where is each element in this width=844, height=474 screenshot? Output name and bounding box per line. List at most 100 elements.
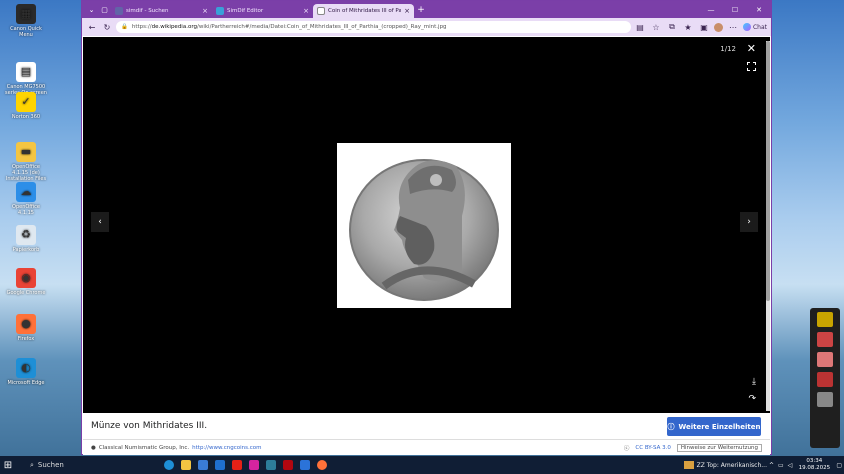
taskbar: ⊞ ⌕ Suchen ZZ Top: Amerikanisch... ^ ▭ ◁ … [0, 456, 844, 474]
desktop-icon-label: Google Chrome [6, 290, 46, 296]
favorites-icon[interactable]: ★ [682, 21, 694, 33]
workspaces-icon[interactable]: ▢ [98, 3, 111, 16]
taskbar-search[interactable]: ⌕ Suchen [16, 456, 136, 474]
desktop-icon-label: Microsoft Edge [7, 380, 45, 386]
network-icon[interactable]: ▭ [778, 462, 784, 469]
back-icon[interactable]: ← [86, 21, 98, 33]
copilot-icon [742, 23, 751, 31]
author-icon: ● [91, 444, 96, 451]
edge-taskbar-icon[interactable] [160, 456, 177, 474]
widget-book-icon[interactable] [817, 312, 833, 327]
desktop-app-icon: ♻ [16, 225, 36, 245]
volume-icon[interactable]: ◁ [788, 462, 793, 469]
desktop-icon-label: OpenOffice 4.1.15 [12, 204, 40, 216]
tab-simdif-search[interactable]: simdif - Suchen × [111, 4, 212, 18]
desktop-icon[interactable]: ▬ OpenOffice 4.1.15 (de) Installation Fil… [4, 142, 48, 182]
desktop-app-icon: ▤ [16, 62, 36, 82]
close-tab-icon[interactable]: × [404, 7, 410, 15]
avatar[interactable] [713, 22, 723, 32]
extensions-icon[interactable]: ⧉ [666, 21, 678, 33]
close-viewer-icon[interactable]: ✕ [747, 42, 756, 55]
desktop-icon[interactable]: ♻ Papierkorb [4, 225, 48, 253]
wikipedia-tab-icon [317, 7, 325, 15]
image-caption-bar: Münze von Mithridates III. ⓘ Weitere Einz… [83, 413, 770, 439]
reuse-button[interactable]: Hinweise zur Weiternutzung [676, 443, 762, 452]
tab-simdif-editor[interactable]: SimDif Editor × [212, 4, 313, 18]
scrollbar[interactable] [766, 41, 770, 411]
reader-icon[interactable]: ▤ [634, 21, 646, 33]
close-window-icon[interactable]: ✕ [747, 6, 771, 14]
store-taskbar-icon[interactable] [194, 456, 211, 474]
close-tab-icon[interactable]: × [202, 7, 208, 15]
widget-game-icon[interactable] [817, 352, 833, 367]
search-icon: ⌕ [30, 460, 34, 469]
desktop-icon[interactable]: ☁ OpenOffice 4.1.15 [4, 182, 48, 216]
firefox-taskbar-icon[interactable] [313, 456, 330, 474]
windows-start-icon[interactable]: ⊞ [0, 456, 16, 474]
author-link[interactable]: http://www.cngcoins.com [192, 445, 261, 451]
news-widget[interactable]: ZZ Top: Amerikanisch... [683, 461, 767, 469]
desktop-app-icon: ● [16, 314, 36, 334]
more-icon[interactable]: ⋯ [727, 21, 739, 33]
share-icon[interactable]: ↷ [748, 394, 756, 404]
tab-coin-image[interactable]: Coin of Mithridates III of Parthia (crop… [313, 4, 414, 18]
desktop-icon-label: Papierkorb [12, 247, 40, 253]
next-image-button[interactable]: › [740, 212, 758, 232]
fullscreen-icon[interactable] [747, 62, 756, 71]
coin-image [337, 143, 511, 308]
clock[interactable]: 03:34 19.08.2025 [794, 458, 834, 472]
image-counter: 1/12 [720, 45, 736, 53]
chevron-up-icon[interactable]: ^ [769, 462, 774, 469]
window-controls: — ☐ ✕ [699, 6, 771, 14]
widget-app-icon[interactable] [817, 372, 833, 387]
desktop-icon-label: Firefox [17, 336, 35, 342]
desktop-app-icon: ☁ [16, 182, 36, 202]
download-icon[interactable]: ⤓ [752, 377, 756, 387]
explorer-taskbar-icon[interactable] [177, 456, 194, 474]
info-icon: ⓘ [667, 422, 675, 431]
desktop-icon[interactable]: ◐ Microsoft Edge [4, 358, 48, 386]
reload-icon[interactable]: ↻ [101, 21, 113, 33]
desktop-app-icon: ◐ [16, 358, 36, 378]
desktop-icon[interactable]: ▦ Canon Quick Menu [4, 4, 48, 38]
desktop-icon-label: OpenOffice 4.1.15 (de) Installation File… [5, 164, 47, 182]
desktop-icon[interactable]: ● Firefox [4, 314, 48, 342]
previous-image-button[interactable]: ‹ [91, 212, 109, 232]
desktop-app-icon: ▦ [16, 4, 36, 24]
desktop-widget-panel [810, 308, 840, 448]
navigation-bar: ← ↻ 🔒 https://de.wikipedia.org/wiki/Part… [82, 18, 771, 36]
copilot-chat-button[interactable]: Chat [742, 23, 767, 31]
new-tab-button[interactable]: + [414, 5, 428, 15]
desktop-icon-label: Canon Quick Menu [10, 26, 42, 38]
maximize-icon[interactable]: ☐ [723, 6, 747, 14]
tab-bar: ⌄ ▢ simdif - Suchen × SimDif Editor × Co… [82, 1, 771, 18]
minimize-icon[interactable]: — [699, 6, 723, 14]
widget-photo-icon[interactable] [817, 332, 833, 347]
instagram-taskbar-icon[interactable] [245, 456, 262, 474]
close-tab-icon[interactable]: × [303, 7, 309, 15]
desktop-app-icon: ▬ [16, 142, 36, 162]
favorite-icon[interactable]: ☆ [650, 21, 662, 33]
desktop-app-icon: ◉ [16, 268, 36, 288]
desktop-icon-label: Norton 360 [11, 114, 41, 120]
widget-printer-icon[interactable] [817, 392, 833, 407]
desktop-icon[interactable]: ◉ Google Chrome [4, 268, 48, 296]
scrollbar-thumb[interactable] [766, 41, 770, 301]
calendar-taskbar-icon[interactable] [262, 456, 279, 474]
license-link[interactable]: CC BY-SA 3.0 [635, 445, 670, 451]
url-text: https://de.wikipedia.org/wiki/Partherrei… [131, 24, 447, 30]
collections-icon[interactable]: ▣ [698, 21, 710, 33]
mail-taskbar-icon[interactable] [211, 456, 228, 474]
lock-icon: 🔒 [121, 24, 128, 30]
more-details-button[interactable]: ⓘ Weitere Einzelheiten [667, 417, 761, 436]
notifications-icon[interactable]: ▢ [836, 462, 842, 469]
photos-taskbar-icon[interactable] [296, 456, 313, 474]
browser-window: ⌄ ▢ simdif - Suchen × SimDif Editor × Co… [81, 0, 772, 455]
desktop-icon[interactable]: ✓ Norton 360 [4, 92, 48, 120]
youtube-taskbar-icon[interactable] [228, 456, 245, 474]
tab-actions-icon[interactable]: ⌄ [85, 3, 98, 16]
netflix-taskbar-icon[interactable] [279, 456, 296, 474]
address-bar[interactable]: 🔒 https://de.wikipedia.org/wiki/Partherr… [116, 21, 631, 33]
simdif-tab-icon [216, 7, 224, 15]
news-icon [683, 461, 694, 469]
